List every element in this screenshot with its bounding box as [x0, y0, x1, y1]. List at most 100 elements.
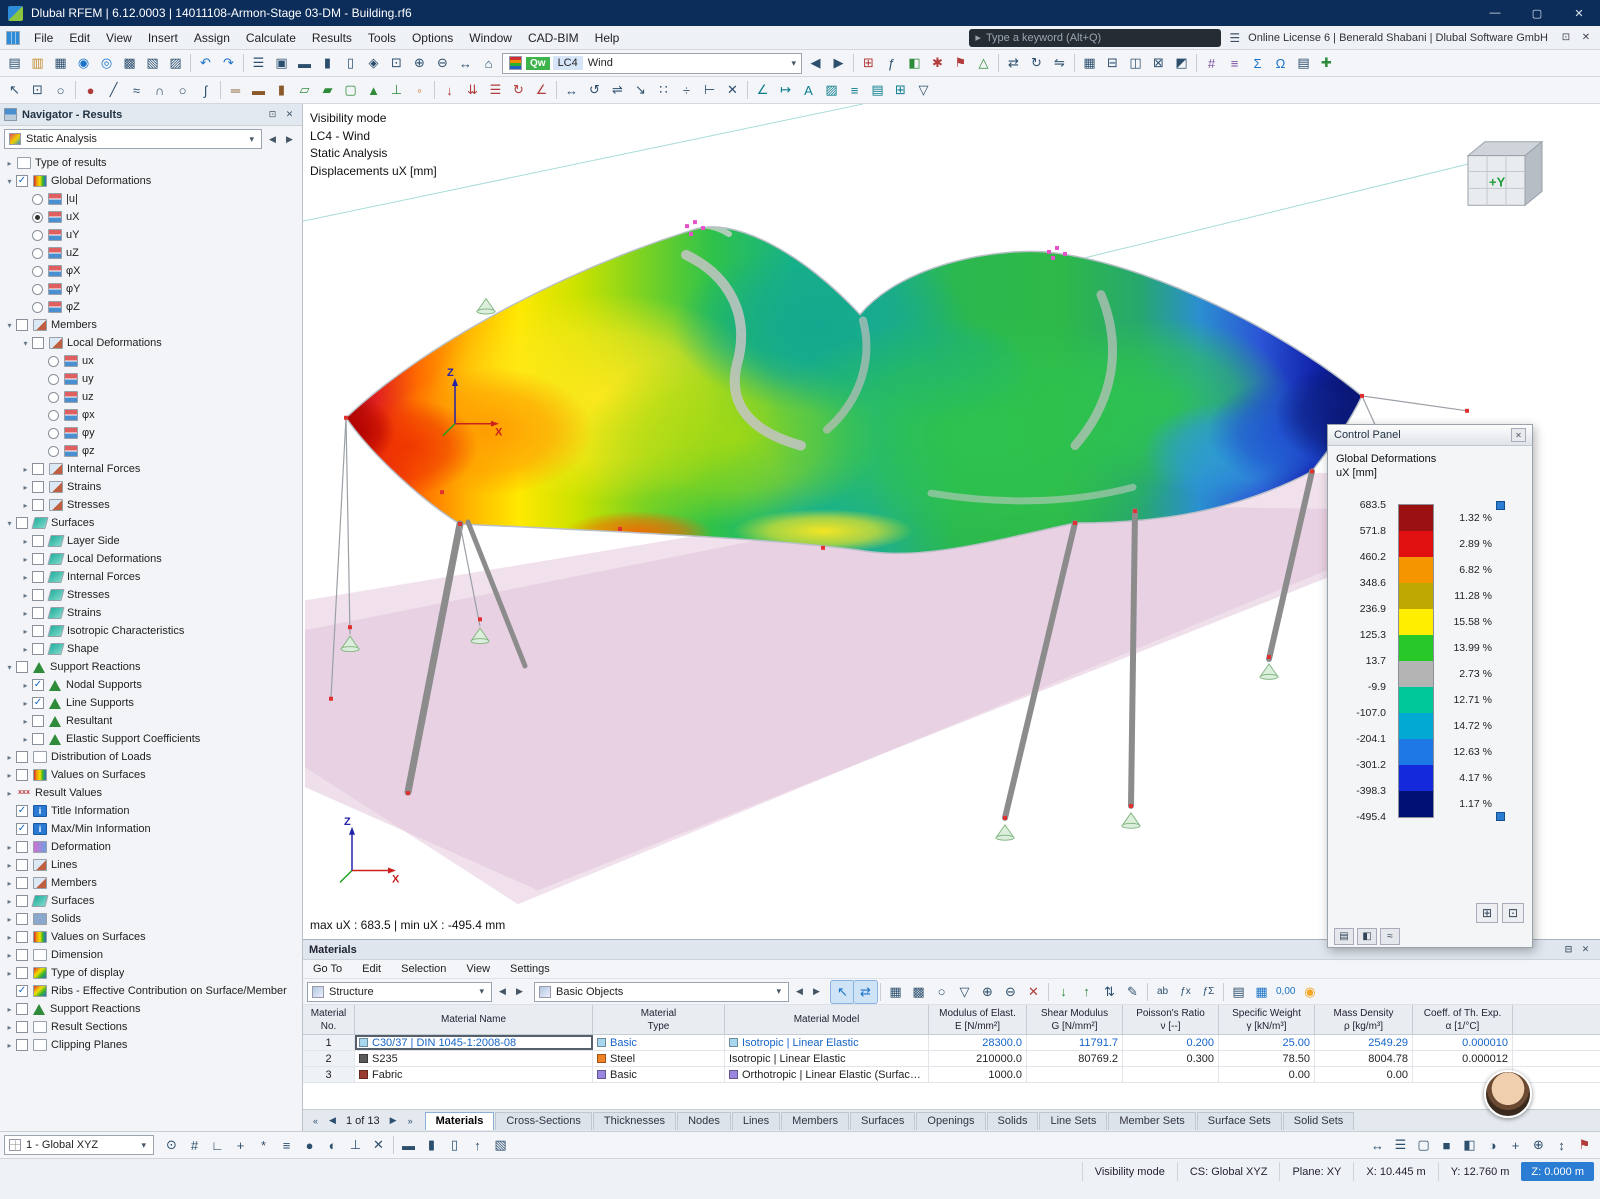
nodal-load-icon[interactable]: ↓ [438, 79, 461, 101]
menu-window[interactable]: Window [461, 28, 520, 48]
table-search-icon[interactable]: ○ [930, 981, 953, 1003]
new-line-support-icon[interactable]: ⊥ [385, 79, 408, 101]
select-in-graphic-icon[interactable]: ↖ [831, 981, 854, 1003]
tree-checkbox[interactable] [16, 319, 28, 331]
tree-radio[interactable] [48, 428, 59, 439]
show-dimensions-icon[interactable]: ↔ [1366, 1134, 1389, 1156]
tree-expander-icon[interactable]: ▸ [3, 1023, 16, 1032]
connect-icon[interactable]: ⊢ [698, 79, 721, 101]
deselect-icon[interactable]: ○ [49, 79, 72, 101]
tree-item[interactable]: ✓iMax/Min Information [0, 820, 302, 838]
tree-expander-icon[interactable]: ▸ [3, 1041, 16, 1050]
fx-sum-icon[interactable]: ƒΣ [1197, 981, 1220, 1003]
tree-expander-icon[interactable]: ▸ [3, 951, 16, 960]
layers-icon[interactable]: ▤ [866, 79, 889, 101]
new-line-icon[interactable]: ╱ [102, 79, 125, 101]
render-wireframe-icon[interactable]: ▢ [1412, 1134, 1435, 1156]
block-manager-icon[interactable]: ▨ [164, 52, 187, 74]
filter-icon[interactable]: ▽ [912, 79, 935, 101]
material-cell[interactable]: Basic [593, 1067, 725, 1082]
load-cases-icon[interactable]: Σ [1246, 52, 1269, 74]
materials-menu-edit[interactable]: Edit [362, 963, 381, 975]
menu-view[interactable]: View [98, 28, 140, 48]
tree-item[interactable]: φx [0, 406, 302, 424]
new-column-icon[interactable]: ▮ [270, 79, 293, 101]
array-copy-icon[interactable]: ∷ [652, 79, 675, 101]
tree-expander-icon[interactable]: ▸ [19, 465, 32, 474]
tree-expander-icon[interactable]: ▸ [3, 1005, 16, 1014]
tree-checkbox[interactable] [16, 841, 28, 853]
area-load-icon[interactable]: ☰ [484, 79, 507, 101]
tree-item[interactable]: ▸Surfaces [0, 892, 302, 910]
tree-expander-icon[interactable]: ▸ [19, 591, 32, 600]
material-row[interactable]: 3FabricBasicOrthotropic | Linear Elastic… [303, 1067, 1600, 1083]
table-prev-icon[interactable]: ◀ [494, 984, 511, 1000]
snap-node-icon[interactable]: ● [298, 1134, 321, 1156]
prev-record-icon[interactable]: ◀ [324, 1113, 341, 1129]
tree-checkbox[interactable] [32, 553, 44, 565]
move-copy-icon[interactable]: ⇄ [1002, 52, 1025, 74]
tree-item[interactable]: ▸Distribution of Loads [0, 748, 302, 766]
column-header[interactable]: Material Name [355, 1005, 593, 1034]
copy-icon[interactable]: ▧ [141, 52, 164, 74]
view-z-icon[interactable]: ▯ [339, 52, 362, 74]
material-row[interactable]: 2S235SteelIsotropic | Linear Elastic2100… [303, 1051, 1600, 1067]
tree-item[interactable]: φz [0, 442, 302, 460]
new-beam-icon[interactable]: ▬ [247, 79, 270, 101]
mirror-icon[interactable]: ⇋ [1048, 52, 1071, 74]
background-sheet-icon[interactable]: ▧ [489, 1134, 512, 1156]
shadows-icon[interactable]: ◑ [1481, 1134, 1504, 1156]
scale-color-cell[interactable] [1399, 583, 1433, 609]
cartesian-grid-icon[interactable]: + [229, 1134, 252, 1156]
insert-row-icon[interactable]: ⊕ [976, 981, 999, 1003]
table-category-dropdown[interactable]: Basic Objects [534, 982, 789, 1002]
material-cell[interactable]: 78.50 [1219, 1051, 1315, 1066]
close-icon[interactable]: ✕ [1558, 0, 1600, 26]
tree-expander-icon[interactable]: ▾ [3, 519, 16, 528]
dlubal-center-icon[interactable]: ◉ [72, 52, 95, 74]
tree-expander-icon[interactable]: ▸ [3, 771, 16, 780]
plane-offset-icon[interactable]: ↑ [466, 1134, 489, 1156]
scale-color-cell[interactable] [1399, 609, 1433, 635]
analysis-type-dropdown[interactable]: Static Analysis [4, 129, 262, 149]
tree-expander-icon[interactable]: ▸ [3, 897, 16, 906]
snap-perpendicular-icon[interactable]: ⊥ [344, 1134, 367, 1156]
tab-cross-sections[interactable]: Cross-Sections [495, 1112, 592, 1130]
tree-checkbox[interactable]: ✓ [16, 985, 28, 997]
tree-item[interactable]: ▸Type of results [0, 154, 302, 172]
table-group-dropdown[interactable]: Structure [307, 982, 492, 1002]
tree-expander-icon[interactable]: ▸ [3, 753, 16, 762]
guidelines-icon[interactable]: ≡ [843, 79, 866, 101]
control-panel-title-bar[interactable]: Control Panel ✕ [1328, 425, 1532, 446]
tree-item[interactable]: ▾Members [0, 316, 302, 334]
tree-expander-icon[interactable]: ▾ [3, 321, 16, 330]
material-cell[interactable]: S235 [355, 1051, 593, 1066]
scale-color-cell[interactable] [1399, 739, 1433, 765]
tree-expander-icon[interactable]: ▸ [19, 537, 32, 546]
show-loads-icon[interactable]: ⚑ [949, 52, 972, 74]
tree-item[interactable]: ✓iTitle Information [0, 802, 302, 820]
menu-edit[interactable]: Edit [61, 28, 98, 48]
tree-expander-icon[interactable]: ▸ [19, 501, 32, 510]
tree-item[interactable]: φy [0, 424, 302, 442]
tree-item[interactable]: uZ [0, 244, 302, 262]
select-window-icon[interactable]: ⊡ [26, 79, 49, 101]
clear-table-icon[interactable]: ✕ [1022, 981, 1045, 1003]
print-graphic-icon[interactable]: ▩ [118, 52, 141, 74]
tree-radio[interactable] [48, 410, 59, 421]
scale-display-icon[interactable]: ↕ [1550, 1134, 1573, 1156]
menu-tools[interactable]: Tools [360, 28, 404, 48]
sync-selection-icon[interactable]: ⇄ [854, 981, 877, 1003]
new-arc-icon[interactable]: ∩ [148, 79, 171, 101]
visibility-icon[interactable]: ◫ [1124, 52, 1147, 74]
tree-radio[interactable] [32, 230, 43, 241]
tree-expander-icon[interactable]: ▸ [19, 681, 32, 690]
tree-checkbox[interactable] [32, 481, 44, 493]
coordinate-system-dropdown[interactable]: 1 - Global XYZ [4, 1135, 154, 1155]
tree-expander-icon[interactable]: ▸ [19, 483, 32, 492]
table-print-icon[interactable]: ▩ [907, 981, 930, 1003]
tree-item[interactable]: ▸✓Nodal Supports [0, 676, 302, 694]
material-cell[interactable]: 0.200 [1123, 1035, 1219, 1050]
tables-icon[interactable]: ▦ [1078, 52, 1101, 74]
tab-lines[interactable]: Lines [732, 1112, 780, 1130]
